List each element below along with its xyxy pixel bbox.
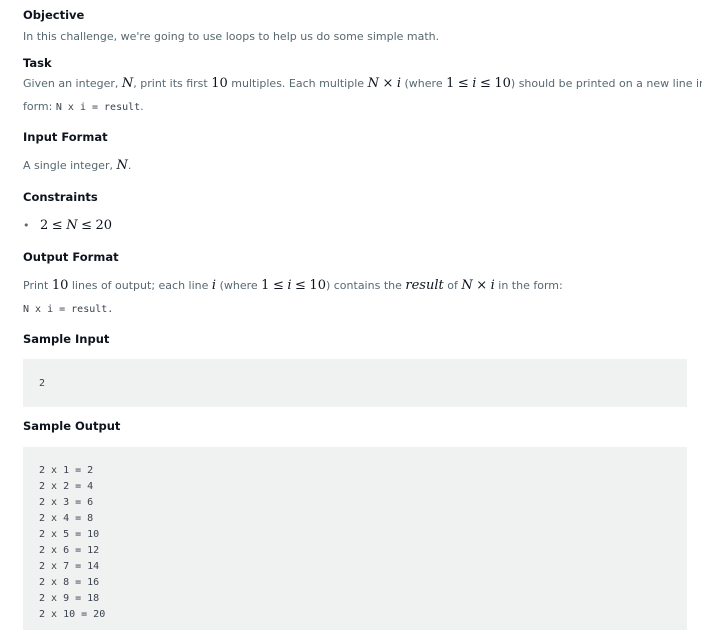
sample-input-heading: Sample Input	[23, 332, 110, 346]
math-var-i: i	[472, 76, 477, 91]
sample-output-code: 2 x 1 = 2 2 x 2 = 4 2 x 3 = 6 2 x 4 = 8 …	[39, 463, 105, 623]
output-line: 2 x 10 = 20	[39, 609, 106, 620]
objective-text: In this challenge, we're going to use lo…	[23, 30, 440, 43]
input-format-text-b: .	[127, 159, 132, 172]
output-line: 2 x 7 = 14	[39, 561, 100, 572]
math-var-n: N	[116, 158, 128, 173]
task-line-2: form: N x i = result.	[23, 100, 144, 113]
math-times: ×	[476, 278, 488, 293]
math-var-n: N	[121, 76, 134, 91]
math-number: 10	[51, 278, 69, 293]
sample-input-code: 2	[39, 378, 46, 389]
task-text: (where	[404, 77, 443, 90]
output-line: 2 x 4 = 8	[39, 513, 94, 524]
input-format-text: A single integer, N.	[23, 158, 131, 173]
math-var-n: N	[66, 218, 78, 233]
output-text: lines of output; each line	[71, 279, 209, 292]
task-text: ) should be printed on a new line in the	[510, 77, 702, 90]
constraint-item: • 2 ≤ N ≤ 20	[23, 218, 112, 233]
output-text: ) contains the	[325, 279, 402, 292]
output-line: 2 x 9 = 18	[39, 593, 100, 604]
math-var-i: i	[287, 278, 292, 293]
math-number: 20	[95, 218, 113, 233]
output-line: 2 x 6 = 12	[39, 545, 100, 556]
output-format-text: Print 10 lines of output; each line i (w…	[23, 278, 563, 293]
math-var-n: N	[367, 76, 379, 91]
sample-input-box: 2	[23, 359, 687, 407]
math-leq: ≤	[295, 278, 306, 293]
math-number: 10	[211, 76, 228, 91]
math-leq: ≤	[51, 218, 63, 233]
output-line: 2 x 5 = 10	[39, 529, 100, 540]
output-text: Print	[23, 279, 49, 292]
task-line-1: Given an integer, N, print its first 10 …	[23, 76, 702, 91]
output-format-code-line: N x i = result.	[23, 302, 113, 315]
sample-output-box: 2 x 1 = 2 2 x 2 = 4 2 x 3 = 6 2 x 4 = 8 …	[23, 447, 687, 630]
math-leq: ≤	[81, 218, 92, 233]
sample-output-heading: Sample Output	[23, 419, 121, 433]
task-text: , print its first	[133, 77, 208, 90]
constraints-heading: Constraints	[23, 190, 98, 204]
math-number: 2	[40, 218, 49, 233]
math-number: 10	[494, 76, 511, 91]
task-text: Given an integer,	[23, 77, 119, 90]
task-text: .	[140, 100, 144, 113]
task-code: N x i = result	[55, 102, 141, 113]
output-text: in the form:	[498, 279, 563, 292]
output-line: 2 x 8 = 16	[39, 577, 100, 588]
math-number: 1	[446, 76, 455, 91]
output-line: 2 x 1 = 2	[39, 465, 94, 476]
math-times: ×	[382, 76, 394, 91]
math-leq: ≤	[457, 76, 469, 91]
task-heading: Task	[23, 56, 52, 70]
task-text: form:	[23, 100, 53, 113]
math-var-i: i	[490, 278, 495, 293]
output-text: (where	[219, 279, 258, 292]
bullet: •	[23, 219, 30, 232]
math-var-i: i	[396, 76, 402, 91]
objective-heading: Objective	[23, 8, 85, 22]
output-line: 2 x 3 = 6	[39, 497, 94, 508]
task-text: multiples. Each multiple	[231, 77, 365, 90]
math-leq: ≤	[479, 76, 491, 91]
math-var-result: result	[405, 278, 444, 293]
input-format-heading: Input Format	[23, 130, 108, 144]
math-var-i: i	[211, 278, 217, 293]
math-var-n: N	[461, 278, 473, 293]
output-line: 2 x 2 = 4	[39, 481, 94, 492]
math-number: 10	[309, 278, 326, 293]
output-code: N x i = result.	[23, 304, 114, 315]
input-format-text-a: A single integer,	[23, 159, 113, 172]
output-text: of	[447, 279, 458, 292]
math-leq: ≤	[272, 278, 284, 293]
math-number: 1	[261, 278, 270, 293]
output-format-heading: Output Format	[23, 250, 119, 264]
